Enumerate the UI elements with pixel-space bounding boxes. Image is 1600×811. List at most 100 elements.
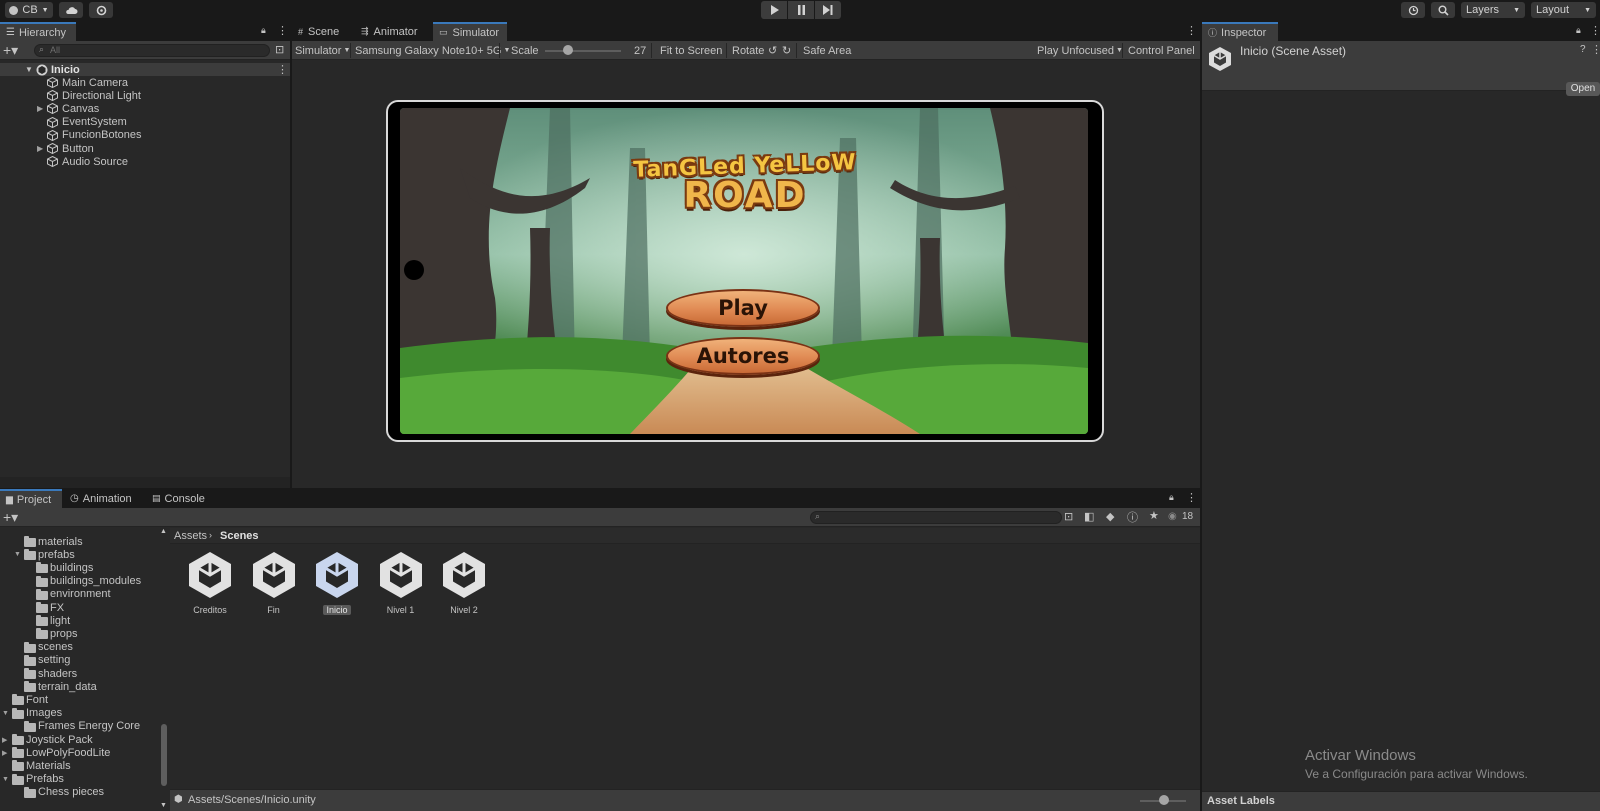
hierarchy-item[interactable]: EventSystem	[0, 116, 291, 129]
scale-slider-thumb[interactable]	[562, 45, 573, 55]
scroll-up-icon[interactable]: ▲	[160, 528, 167, 535]
project-search-input[interactable]: ⌕	[810, 511, 1062, 524]
add-icon[interactable]: +▾	[3, 509, 18, 526]
authors-menu-button[interactable]: Autores	[666, 337, 820, 375]
icon-size-slider-thumb[interactable]	[1159, 795, 1169, 805]
pause-button[interactable]	[788, 1, 814, 19]
lock-icon[interactable]: 🔒︎	[1576, 25, 1581, 36]
more-options-icon[interactable]: ⋮	[1590, 24, 1600, 37]
warning-icon[interactable]: ⓘ	[1127, 509, 1138, 525]
expanded-arrow-icon[interactable]: ▼	[14, 551, 21, 558]
tab-simulator[interactable]: ▭ Simulator	[433, 22, 507, 41]
collapsed-arrow-icon[interactable]: ▶	[2, 749, 7, 757]
hierarchy-item[interactable]: ▶ Button	[0, 142, 291, 155]
folder-item[interactable]: ▼ Images	[0, 707, 160, 720]
scroll-down-icon[interactable]: ▼	[160, 802, 167, 809]
search-by-type-icon[interactable]: ⊡	[1064, 510, 1073, 523]
collab-button[interactable]	[89, 2, 113, 18]
folder-item[interactable]: ▶ LowPolyFoodLite	[0, 746, 160, 759]
layers-dropdown[interactable]: Layers ▼	[1461, 2, 1525, 18]
tab-inspector[interactable]: ⓘ Inspector	[1202, 22, 1278, 41]
label-icon[interactable]: ◆	[1106, 510, 1114, 523]
collapsed-arrow-icon[interactable]: ▶	[2, 736, 7, 744]
filter-type-icon[interactable]: ◧	[1084, 510, 1094, 523]
folder-item[interactable]: Chess pieces	[0, 786, 160, 798]
layout-dropdown[interactable]: Layout ▼	[1531, 2, 1596, 18]
more-options-icon[interactable]: ⋮	[1591, 43, 1600, 56]
cloud-button[interactable]	[59, 2, 83, 18]
scene-asset[interactable]: Creditos	[180, 550, 240, 615]
scene-asset[interactable]: Inicio	[307, 550, 367, 615]
step-button[interactable]	[815, 1, 841, 19]
folder-item[interactable]: setting	[0, 654, 160, 667]
device-dropdown[interactable]: Samsung Galaxy Note10+ 5G ▼	[355, 41, 510, 60]
hierarchy-item[interactable]: Directional Light	[0, 89, 291, 102]
folder-item[interactable]: FX	[0, 601, 160, 614]
folder-item[interactable]: Materials	[0, 759, 160, 772]
scene-asset[interactable]: Fin	[244, 550, 304, 615]
expanded-arrow-icon[interactable]: ▼	[2, 710, 9, 717]
lock-icon[interactable]: 🔒︎	[1169, 492, 1174, 503]
hierarchy-search-input[interactable]: ⌕ All	[34, 44, 270, 57]
folder-item[interactable]: buildings	[0, 561, 160, 574]
add-icon[interactable]: +▾	[3, 42, 18, 59]
expand-arrow-icon[interactable]: ▶	[37, 144, 43, 153]
tab-console[interactable]: ▤ Console	[146, 489, 213, 508]
breadcrumb-scenes[interactable]: Scenes	[220, 530, 259, 542]
scene-asset[interactable]: Nivel 2	[434, 550, 494, 615]
more-options-icon[interactable]: ⋮	[277, 24, 288, 37]
tab-hierarchy[interactable]: ☰ Hierarchy	[0, 22, 76, 41]
rotate-right-button[interactable]: ↻	[782, 41, 791, 60]
folder-item[interactable]: environment	[0, 588, 160, 601]
expanded-arrow-icon[interactable]: ▼	[2, 776, 9, 783]
folder-item[interactable]: terrain_data	[0, 680, 160, 693]
tree-scrollbar[interactable]: ▲ ▼	[160, 528, 167, 809]
folder-item[interactable]: light	[0, 614, 160, 627]
star-icon[interactable]: ★	[1149, 509, 1159, 522]
hierarchy-item[interactable]: ▶ Canvas	[0, 102, 291, 115]
scroll-thumb[interactable]	[161, 724, 167, 786]
play-focus-dropdown[interactable]: Play Unfocused ▼	[1037, 41, 1123, 60]
folder-item[interactable]: ▼ Prefabs	[0, 773, 160, 786]
hierarchy-item[interactable]: FuncionBotones	[0, 129, 291, 142]
rotate-left-button[interactable]: ↺	[768, 41, 777, 60]
breadcrumb-assets[interactable]: Assets	[174, 530, 207, 542]
open-button[interactable]: Open	[1566, 82, 1600, 96]
folder-item[interactable]: buildings_modules	[0, 575, 160, 588]
expand-arrow-icon[interactable]: ▼	[25, 65, 33, 74]
folder-item[interactable]: Frames Energy Core	[0, 720, 160, 733]
expand-arrow-icon[interactable]: ▶	[37, 104, 43, 113]
lock-icon[interactable]: 🔒︎	[261, 25, 266, 36]
search-filter-icon[interactable]: ⊡	[275, 43, 284, 56]
scale-slider-track[interactable]	[545, 50, 621, 52]
play-button[interactable]	[761, 1, 787, 19]
folder-item[interactable]: scenes	[0, 641, 160, 654]
scene-asset[interactable]: Nivel 1	[371, 550, 431, 615]
help-icon[interactable]: ?	[1580, 44, 1586, 55]
search-button[interactable]	[1431, 2, 1455, 18]
scene-row-inicio[interactable]: ▼ Inicio ⋮	[0, 63, 291, 76]
undo-history-button[interactable]	[1401, 2, 1425, 18]
tab-animation[interactable]: ◷ Animation	[64, 489, 140, 508]
folder-item[interactable]: materials	[0, 535, 160, 548]
folder-item[interactable]: Font	[0, 693, 160, 706]
tab-animator[interactable]: ⇶ Animator	[355, 22, 426, 41]
more-options-icon[interactable]: ⋮	[277, 63, 288, 76]
safe-area-toggle[interactable]: Safe Area	[803, 41, 851, 60]
folder-item[interactable]: ▶ Joystick Pack	[0, 733, 160, 746]
folder-item[interactable]: props	[0, 627, 160, 640]
hidden-packages-icon[interactable]: ◉	[1168, 511, 1177, 522]
folder-item[interactable]: ▼ prefabs	[0, 548, 160, 561]
hierarchy-item[interactable]: Audio Source	[0, 155, 291, 168]
hierarchy-item[interactable]: Main Camera	[0, 76, 291, 89]
more-options-icon[interactable]: ⋮	[1186, 491, 1197, 504]
view-mode-dropdown[interactable]: Simulator ▼	[295, 41, 350, 60]
folder-item[interactable]: shaders	[0, 667, 160, 680]
asset-labels-bar[interactable]: Asset Labels	[1202, 791, 1600, 811]
fit-to-screen-toggle[interactable]: Fit to Screen	[660, 41, 722, 60]
tab-scene[interactable]: # Scene	[292, 22, 347, 41]
more-options-icon[interactable]: ⋮	[1186, 24, 1197, 37]
control-panel-toggle[interactable]: Control Panel	[1128, 41, 1195, 60]
play-menu-button[interactable]: Play	[666, 289, 820, 327]
tab-project[interactable]: ▆ Project	[0, 489, 62, 508]
